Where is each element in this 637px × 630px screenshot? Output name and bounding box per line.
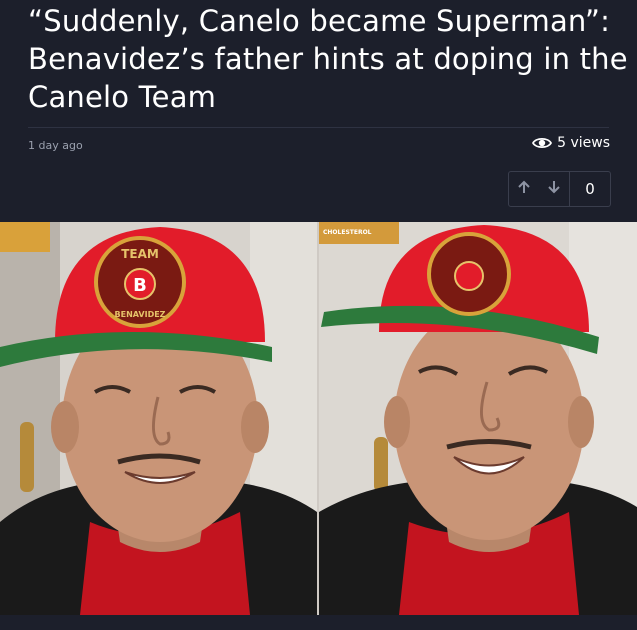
arrow-up-icon [517,180,531,198]
bottom-strip [0,615,637,630]
image-panel-left: TEAM B BENAVIDEZ [0,222,317,615]
article-headline: “Suddenly, Canelo became Superman”: Bena… [28,4,628,114]
view-count: 5 views [532,135,610,151]
vote-count: 0 [569,172,610,206]
downvote-button[interactable] [539,172,569,206]
cap-logo-center-text: B [133,275,147,296]
header-divider [28,127,609,128]
background-sign-text: CHOLESTEROL [323,229,372,236]
cap-logo-bottom-text: BENAVIDEZ [115,310,166,319]
article-image[interactable]: TEAM B BENAVIDEZ CHOLESTEROL [0,222,637,615]
view-count-label: 5 views [557,135,610,151]
post-timestamp: 1 day ago [28,139,83,152]
eye-icon [532,136,553,150]
cap-logo-top-text: TEAM [121,247,159,261]
arrow-down-icon [547,180,561,198]
image-panel-right: CHOLESTEROL [319,222,637,615]
upvote-button[interactable] [509,172,539,206]
vote-widget: 0 [508,171,611,207]
